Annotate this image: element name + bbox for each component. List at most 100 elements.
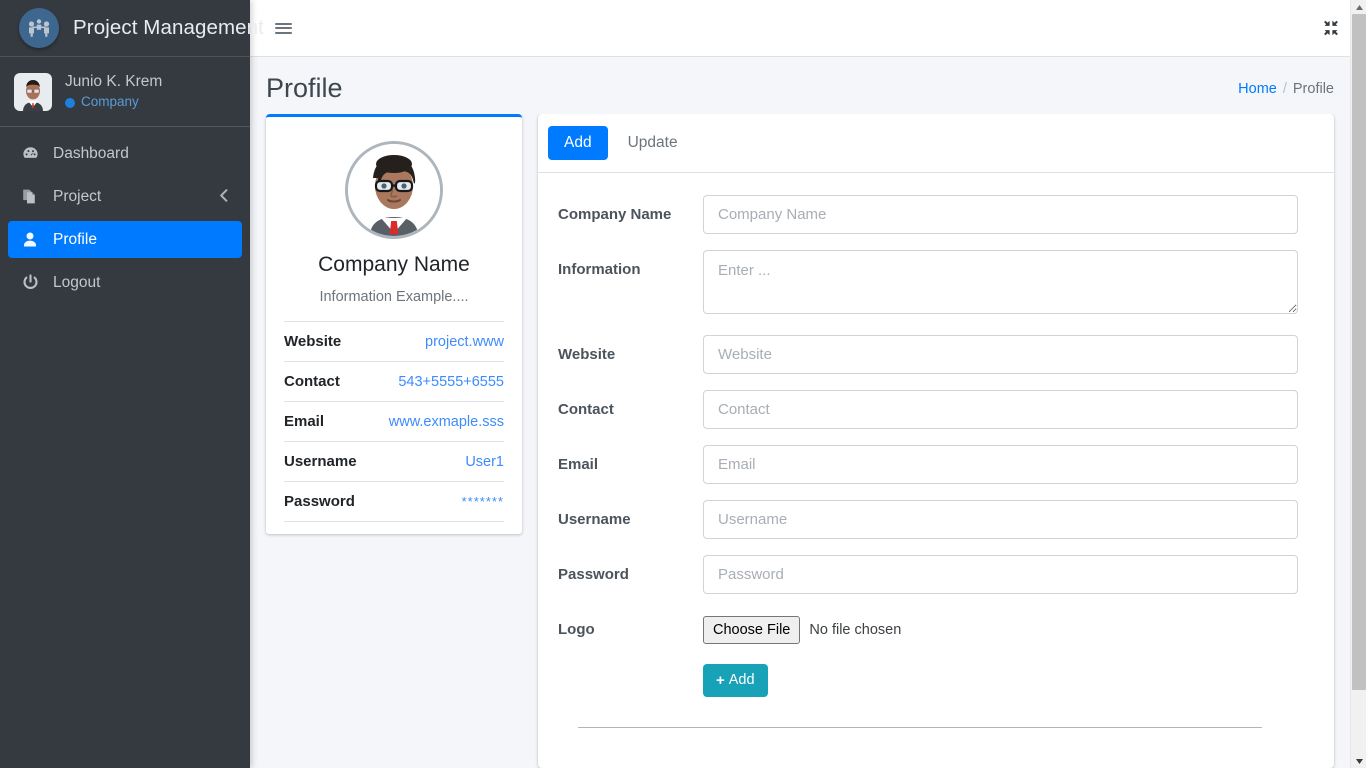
form-row-submit: + Add [558,660,1298,697]
username-label: Username [558,510,631,528]
sidebar-item-profile[interactable]: Profile [8,221,242,258]
sidebar-item-dashboard[interactable]: Dashboard [8,135,242,172]
sidebar-item-label: Dashboard [53,144,129,162]
information-label: Information [558,260,641,278]
tab-bar: Add Update [538,114,1334,173]
contact-input[interactable] [703,389,1298,429]
info-value[interactable]: 543+5555+6555 [398,374,504,390]
sidebar-user-role: Company [65,94,162,111]
email-field[interactable] [703,444,1298,484]
contact-field-wrap [703,389,1298,429]
website-field-wrap [703,334,1298,374]
page-scrollbar[interactable] [1350,0,1366,768]
info-value[interactable]: www.exmaple.sss [389,414,504,430]
form-row-company-name: Company Name [558,194,1298,234]
form-row-contact: Contact [558,389,1298,429]
page-title: Profile [266,73,343,103]
sidebar-user-panel[interactable]: Junio K. Krem Company [0,57,250,127]
company-name-field-wrap [703,194,1298,234]
sidebar-item-label: Project [53,187,102,205]
password-input[interactable] [703,554,1298,594]
website-label: Website [558,345,616,363]
breadcrumb-home-link[interactable]: Home [1238,81,1277,97]
contact-label: Contact [558,400,614,418]
user-icon [19,231,41,248]
logo-label: Logo [558,620,595,638]
company-name-input[interactable] [703,194,1298,234]
add-button-label: Add [728,672,755,689]
plus-icon: + [716,671,725,689]
tab-update[interactable]: Update [612,126,694,160]
info-value[interactable]: ******* [462,494,504,509]
sidebar-nav: Dashboard Project Profile Logout [0,127,250,301]
breadcrumb-separator: / [1282,80,1287,97]
form-row-website: Website [558,334,1298,374]
website-input[interactable] [703,334,1298,374]
copy-files-icon [19,188,41,205]
profile-card: Company Name Information Example.... Web… [266,114,522,534]
breadcrumb-current: Profile [1292,80,1334,97]
sidebar-item-project[interactable]: Project [8,178,242,215]
password-field-wrap [703,554,1298,594]
list-item: Username User1 [284,442,504,482]
form-row-username: Username [558,499,1298,539]
profile-subtitle: Information Example.... [319,289,469,305]
info-key: Password [284,493,355,510]
tab-add[interactable]: Add [548,126,608,160]
hamburger-menu-icon[interactable] [270,15,296,41]
brand-title: Project Management [73,16,264,39]
user-photo [345,141,443,239]
submit-wrap: + Add [703,663,1298,697]
power-off-icon [19,274,41,291]
sidebar-user-role-label: Company [81,94,139,110]
sidebar-item-label: Profile [53,230,97,248]
content-row: Company Name Information Example.... Web… [250,114,1366,768]
email-label: Email [558,455,599,473]
add-button[interactable]: + Add [703,663,768,697]
sidebar-item-label: Logout [53,273,101,291]
profile-name: Company Name [318,253,470,276]
form-divider [578,726,1262,728]
list-item: Website project.www [284,322,504,362]
logo-file-field: Choose File No file chosen [703,610,1298,644]
company-name-label: Company Name [558,205,672,223]
sidebar-item-logout[interactable]: Logout [8,264,242,301]
info-key: Username [284,453,357,470]
sidebar-user-info: Junio K. Krem Company [65,72,162,111]
username-input[interactable] [703,499,1298,539]
breadcrumb: Home / Profile [1238,81,1334,97]
compress-arrows-icon[interactable] [1318,15,1344,41]
form-row-password: Password [558,554,1298,594]
form-row-information: Information [558,249,1298,319]
password-label: Password [558,565,629,583]
information-field-wrap [703,249,1298,319]
profile-form: Company Name Information Website [538,173,1334,742]
profile-info-list: Website project.www Contact 543+5555+655… [284,321,504,522]
scroll-up-arrow-icon[interactable] [1351,0,1366,14]
brand-header[interactable]: Project Management [0,0,264,57]
info-key: Email [284,413,325,430]
sidebar-user-name: Junio K. Krem [65,72,163,90]
scrollbar-thumb[interactable] [1352,14,1366,690]
info-value[interactable]: User1 [465,454,504,470]
info-value[interactable]: project.www [425,334,504,350]
information-textarea[interactable] [703,249,1298,314]
choose-file-button[interactable]: Choose File [703,615,801,644]
network-people-logo-icon [19,8,59,48]
main-area: Profile Home / Profile Company Name Info… [250,0,1366,768]
tachometer-icon [19,145,41,162]
sidebar: Project Management Junio K. Krem Company [0,0,264,768]
chevron-left-icon[interactable] [219,188,228,205]
list-item: Contact 543+5555+6555 [284,362,504,402]
file-status-text: No file chosen [809,621,902,638]
list-item: Email www.exmaple.sss [284,402,504,442]
info-key: Contact [284,373,340,390]
scroll-down-arrow-icon[interactable] [1351,754,1366,768]
form-row-email: Email [558,444,1298,484]
form-row-logo: Logo Choose File No file chosen [558,610,1298,644]
top-navbar [250,0,1366,57]
submit-spacer [558,664,703,675]
email-field-wrap [703,444,1298,484]
username-field-wrap [703,499,1298,539]
avatar [14,72,52,111]
